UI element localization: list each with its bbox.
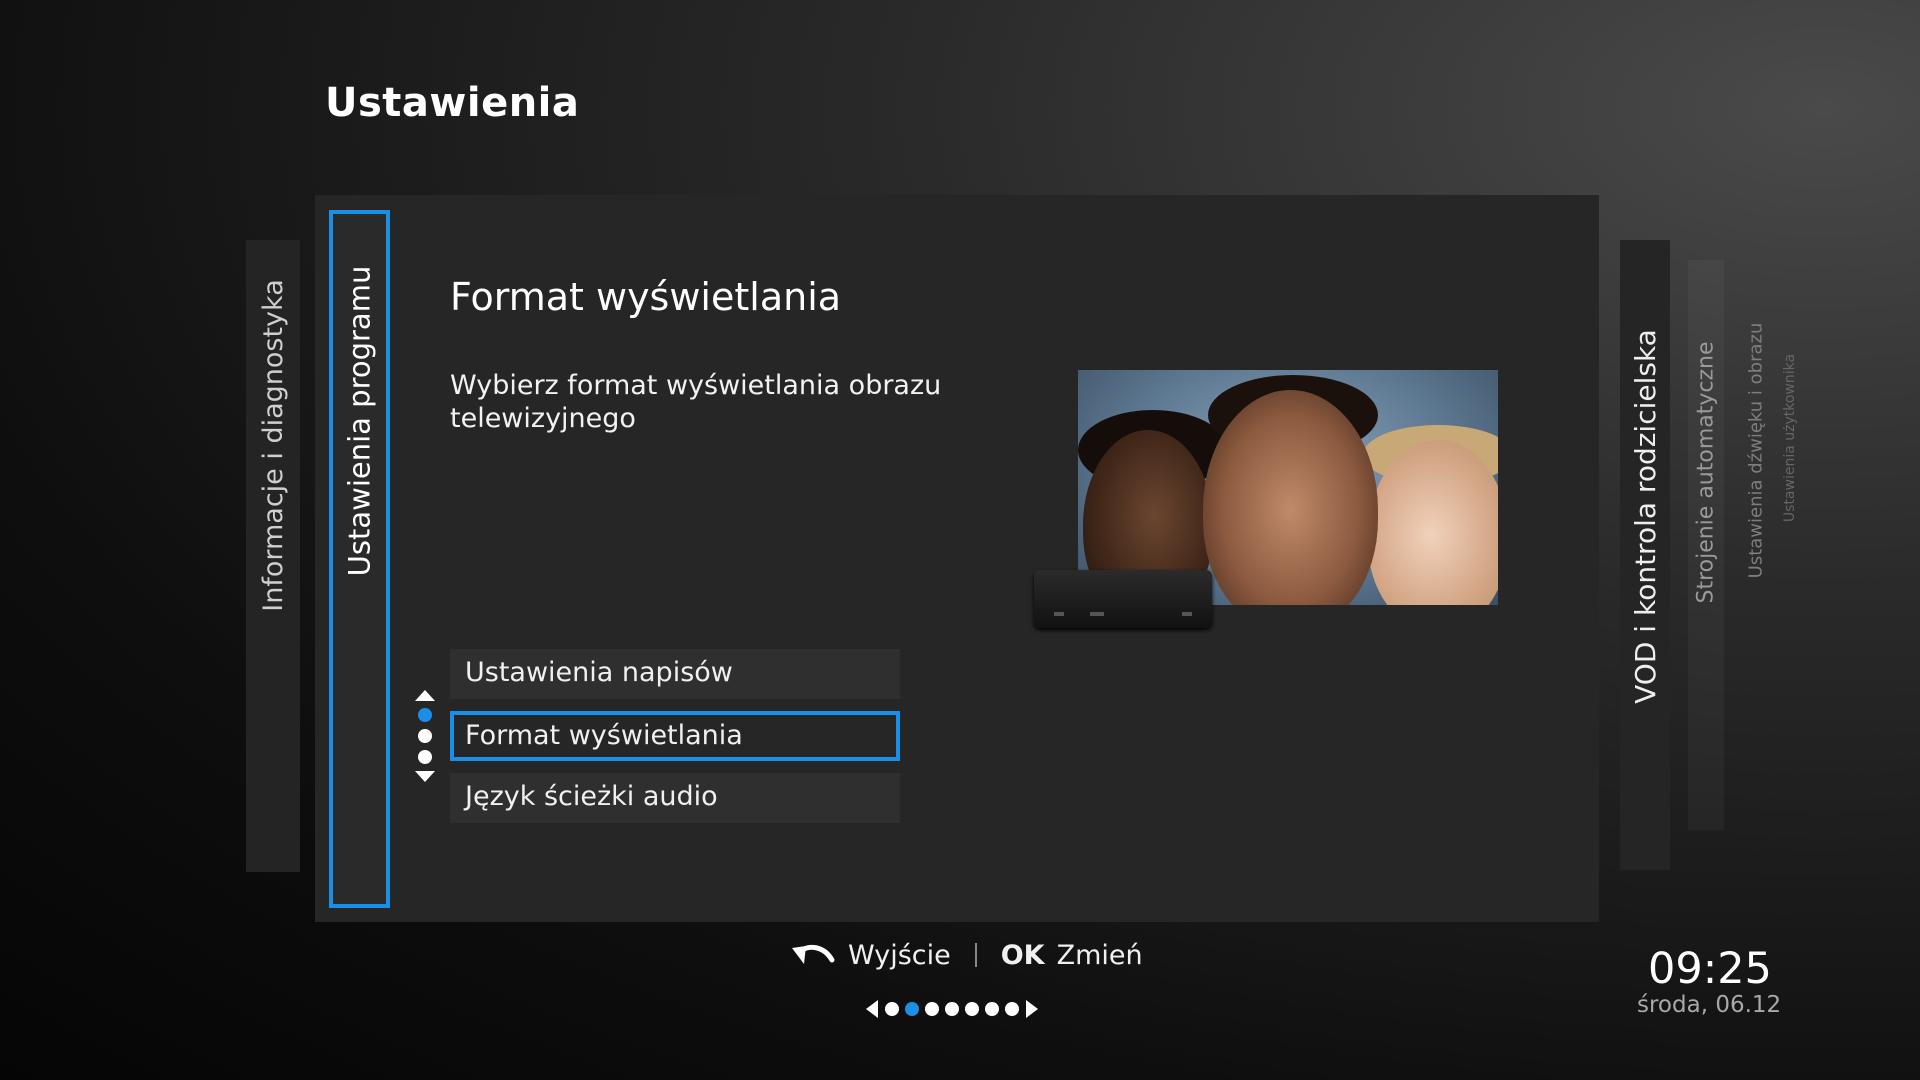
menu-item-display-format[interactable]: Format wyświetlania [450,711,900,761]
divider [974,943,977,967]
page-indicator [866,1000,1038,1018]
tab-program-settings[interactable]: Ustawienia programu [329,210,390,908]
clock-date: środa, 06.12 [1637,992,1782,1018]
set-top-box-image [1034,570,1212,628]
chevron-right-icon[interactable] [1026,1000,1038,1018]
footer-hints: Wyjście OK Zmień [790,935,1143,975]
tab-auto-tuning[interactable]: Strojenie automatyczne [1688,260,1724,830]
menu-item-label: Język ścieżki audio [465,781,718,812]
tab-label: VOD i kontrola rodzicielska [1628,329,1662,704]
triangle-down-icon[interactable] [415,771,435,782]
chevron-left-icon[interactable] [866,1000,878,1018]
scroll-indicator [414,690,436,782]
scroll-dot [418,729,432,743]
page-dot [925,1002,939,1016]
section-description: Wybierz format wyświetlania obrazu telew… [450,370,942,434]
menu-item-audio-language[interactable]: Język ścieżki audio [450,773,900,823]
tab-label: Strojenie automatyczne [1693,341,1719,604]
scroll-dot [418,750,432,764]
page-dot [905,1002,919,1016]
tab-info-diagnostics[interactable]: Informacje i diagnostyka [246,240,300,872]
menu-item-label: Format wyświetlania [465,720,743,751]
tab-user-settings[interactable]: Ustawienia użytkownika [1778,320,1802,780]
page-dot [945,1002,959,1016]
page-dot [965,1002,979,1016]
page-dot [885,1002,899,1016]
tab-label: Ustawienia użytkownika [1782,353,1798,523]
clock-time: 09:25 [1648,944,1772,994]
scroll-dot [418,708,432,722]
triangle-up-icon[interactable] [415,690,435,701]
menu-item-label: Ustawienia napisów [465,657,733,688]
page-dot [985,1002,999,1016]
tab-sound-picture[interactable]: Ustawienia dźwięku i obrazu [1742,290,1770,810]
page-dot [1005,1002,1019,1016]
tab-info-diagnostics-label: Informacje i diagnostyka [257,279,289,612]
tab-label: Ustawienia dźwięku i obrazu [1745,322,1767,579]
page-title: Ustawienia [325,80,580,126]
menu-item-subtitles[interactable]: Ustawienia napisów [450,649,900,699]
tab-program-settings-label: Ustawienia programu [342,265,377,577]
tab-vod-parental-control[interactable]: VOD i kontrola rodzicielska [1620,240,1670,870]
ok-key: OK [1000,939,1045,971]
change-label[interactable]: Zmień [1057,940,1143,971]
back-label[interactable]: Wyjście [848,940,951,971]
back-arrow-icon[interactable] [790,940,836,970]
section-title: Format wyświetlania [450,275,842,319]
